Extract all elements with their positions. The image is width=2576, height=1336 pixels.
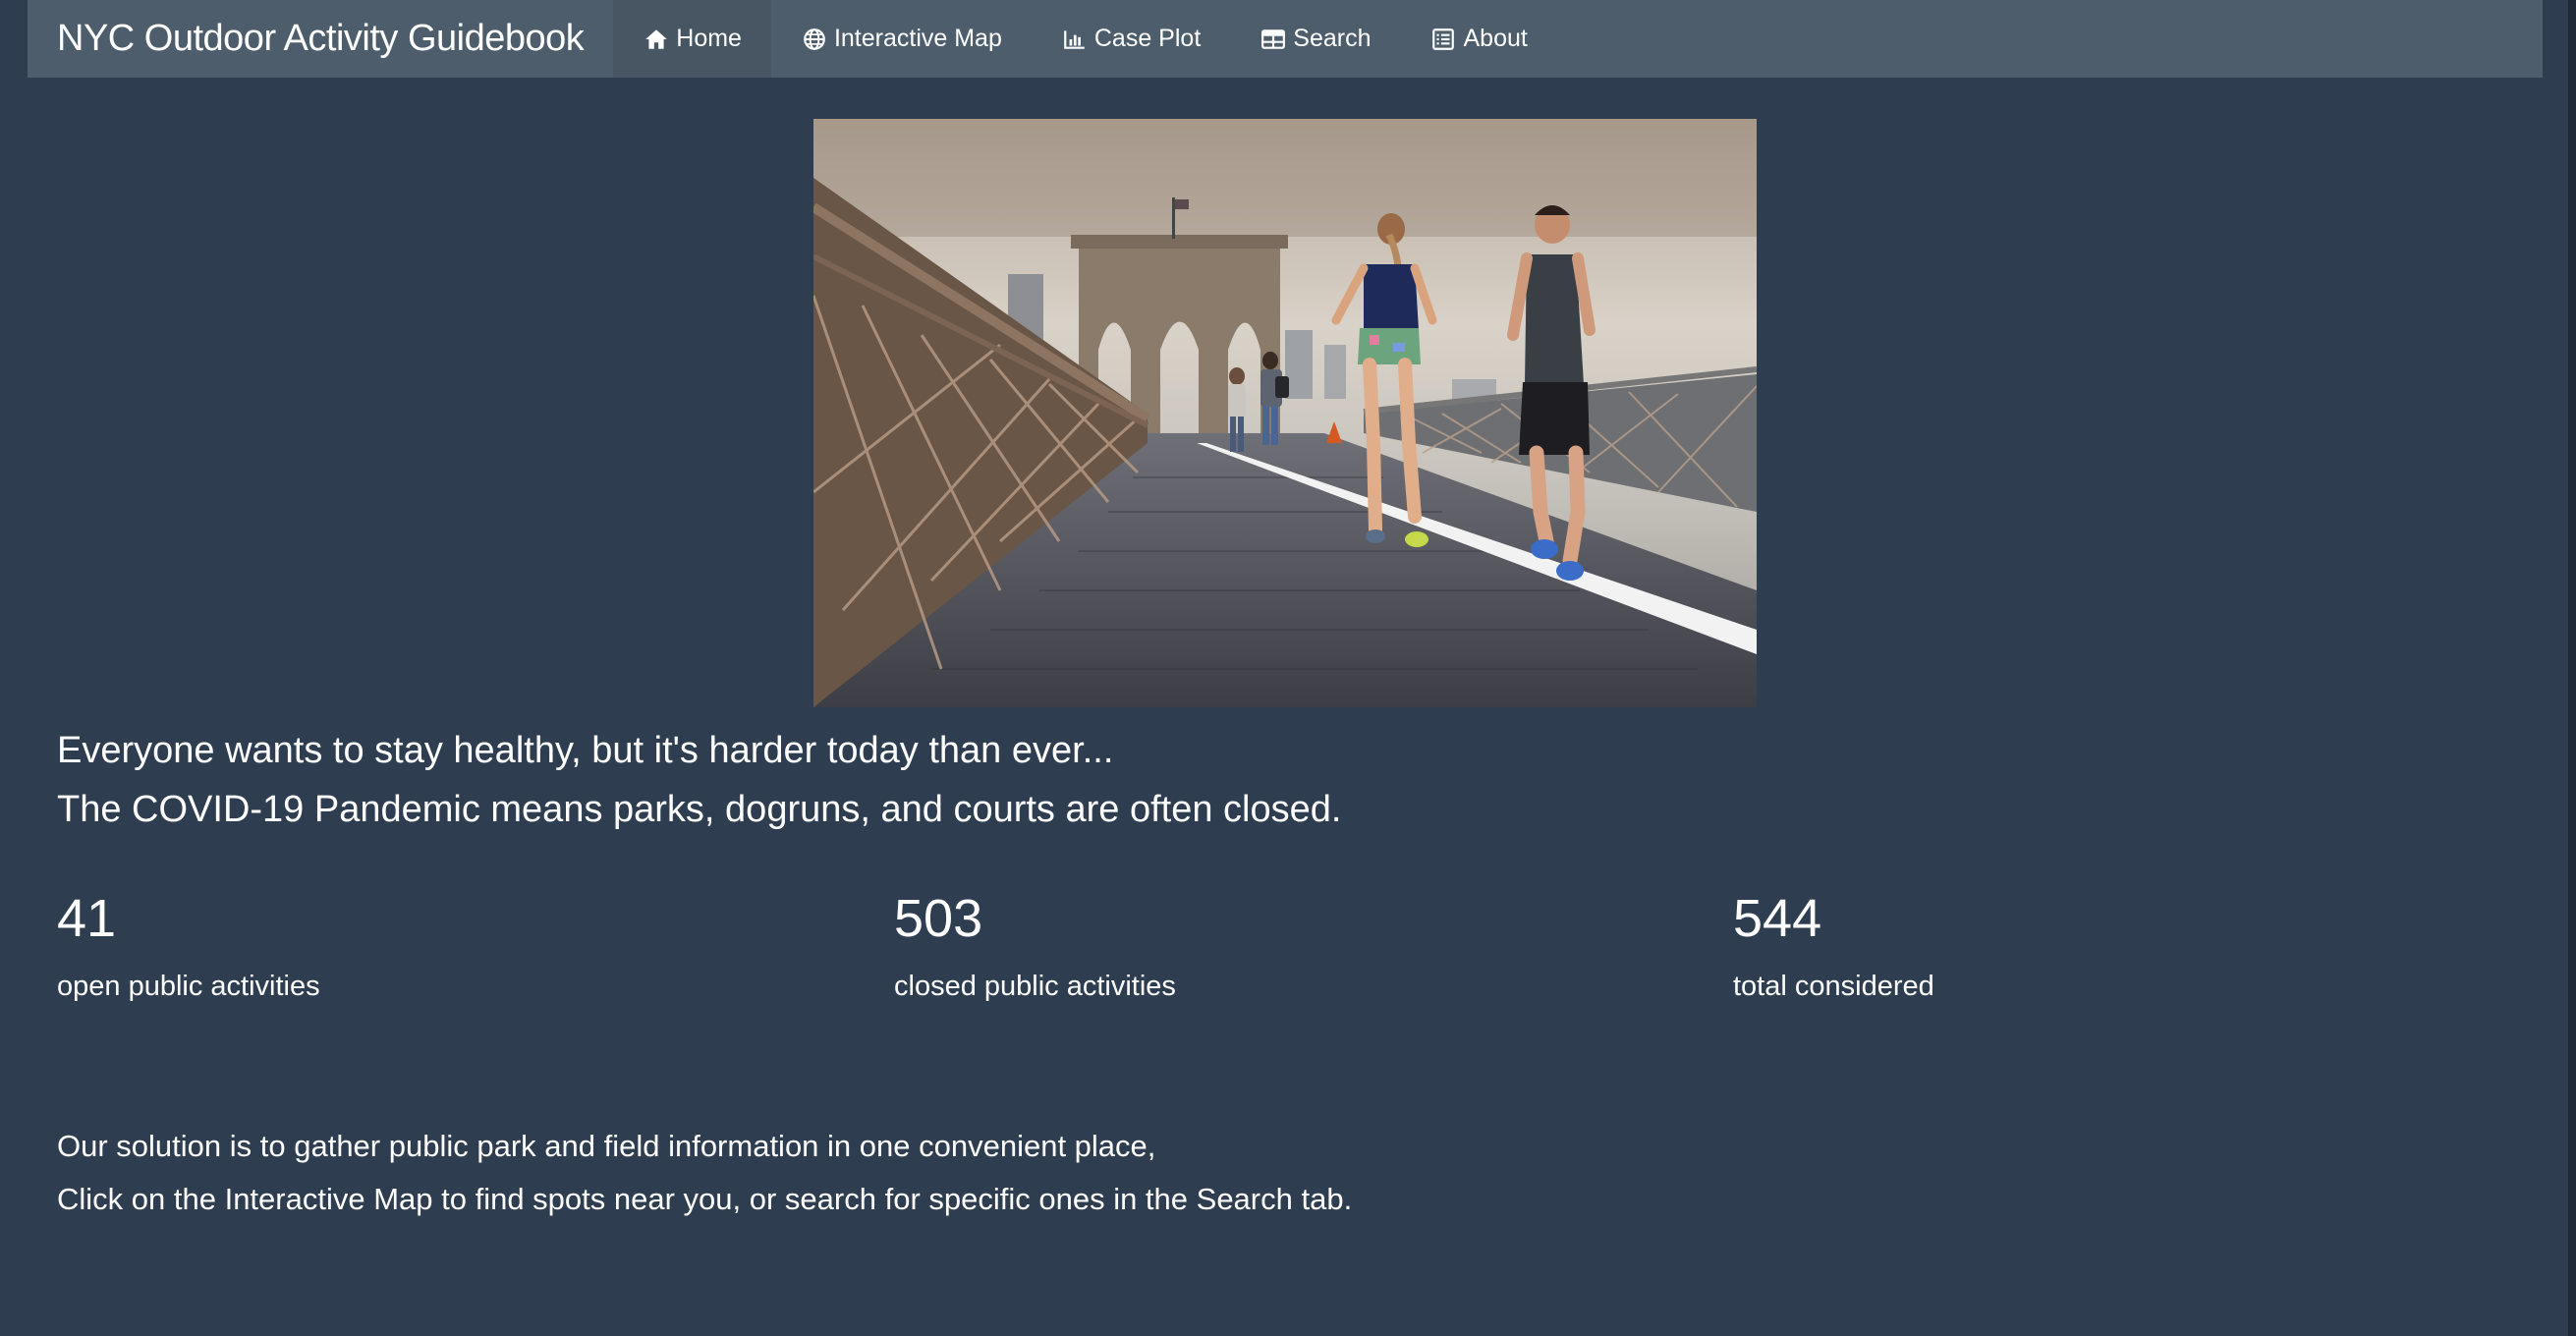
nav-label-home: Home [676,25,742,52]
headline-line-2: The COVID-19 Pandemic means parks, dogru… [57,789,1342,830]
hero-image [813,119,1757,707]
solution-line-2: Click on the Interactive Map to find spo… [57,1182,1353,1216]
nav-item-search[interactable]: Search [1230,0,1400,78]
solution-text: Our solution is to gather public park an… [57,1120,1352,1226]
headline: Everyone wants to stay healthy, but it's… [57,721,1341,839]
list-icon [1429,26,1457,53]
stat-closed-value: 503 [894,889,983,948]
nav-item-interactive-map[interactable]: Interactive Map [771,0,1032,78]
bar-chart-icon [1061,26,1089,53]
nav-item-home[interactable]: Home [613,0,771,78]
nav-label-about: About [1463,25,1528,52]
home-icon [643,26,670,53]
nav-label-search: Search [1293,25,1372,52]
window-edge [2568,0,2576,1336]
stat-closed: 503 closed public activities [894,882,1680,1006]
navbar: NYC Outdoor Activity Guidebook Home Inte… [28,0,2543,78]
stat-open-value: 41 [57,889,117,948]
stat-closed-label: closed public activities [894,971,1176,1002]
table-icon [1260,26,1287,53]
stat-open: 41 open public activities [57,882,843,1006]
headline-line-1: Everyone wants to stay healthy, but it's… [57,730,1114,771]
stat-open-label: open public activities [57,971,320,1002]
nav-label-case-plot: Case Plot [1093,25,1202,52]
stat-total: 544 total considered [1733,882,2519,1006]
solution-line-1: Our solution is to gather public park an… [57,1129,1156,1163]
nav-label-interactive-map: Interactive Map [833,25,1002,52]
stat-total-value: 544 [1733,889,1822,948]
nav-item-case-plot[interactable]: Case Plot [1032,0,1230,78]
nav-item-about[interactable]: About [1400,0,1556,78]
nav-items: Home Interactive Map Case Plot Search Ab… [613,0,1557,78]
brand-title[interactable]: NYC Outdoor Activity Guidebook [28,0,613,78]
stat-total-label: total considered [1733,971,1934,1002]
globe-icon [801,26,828,53]
